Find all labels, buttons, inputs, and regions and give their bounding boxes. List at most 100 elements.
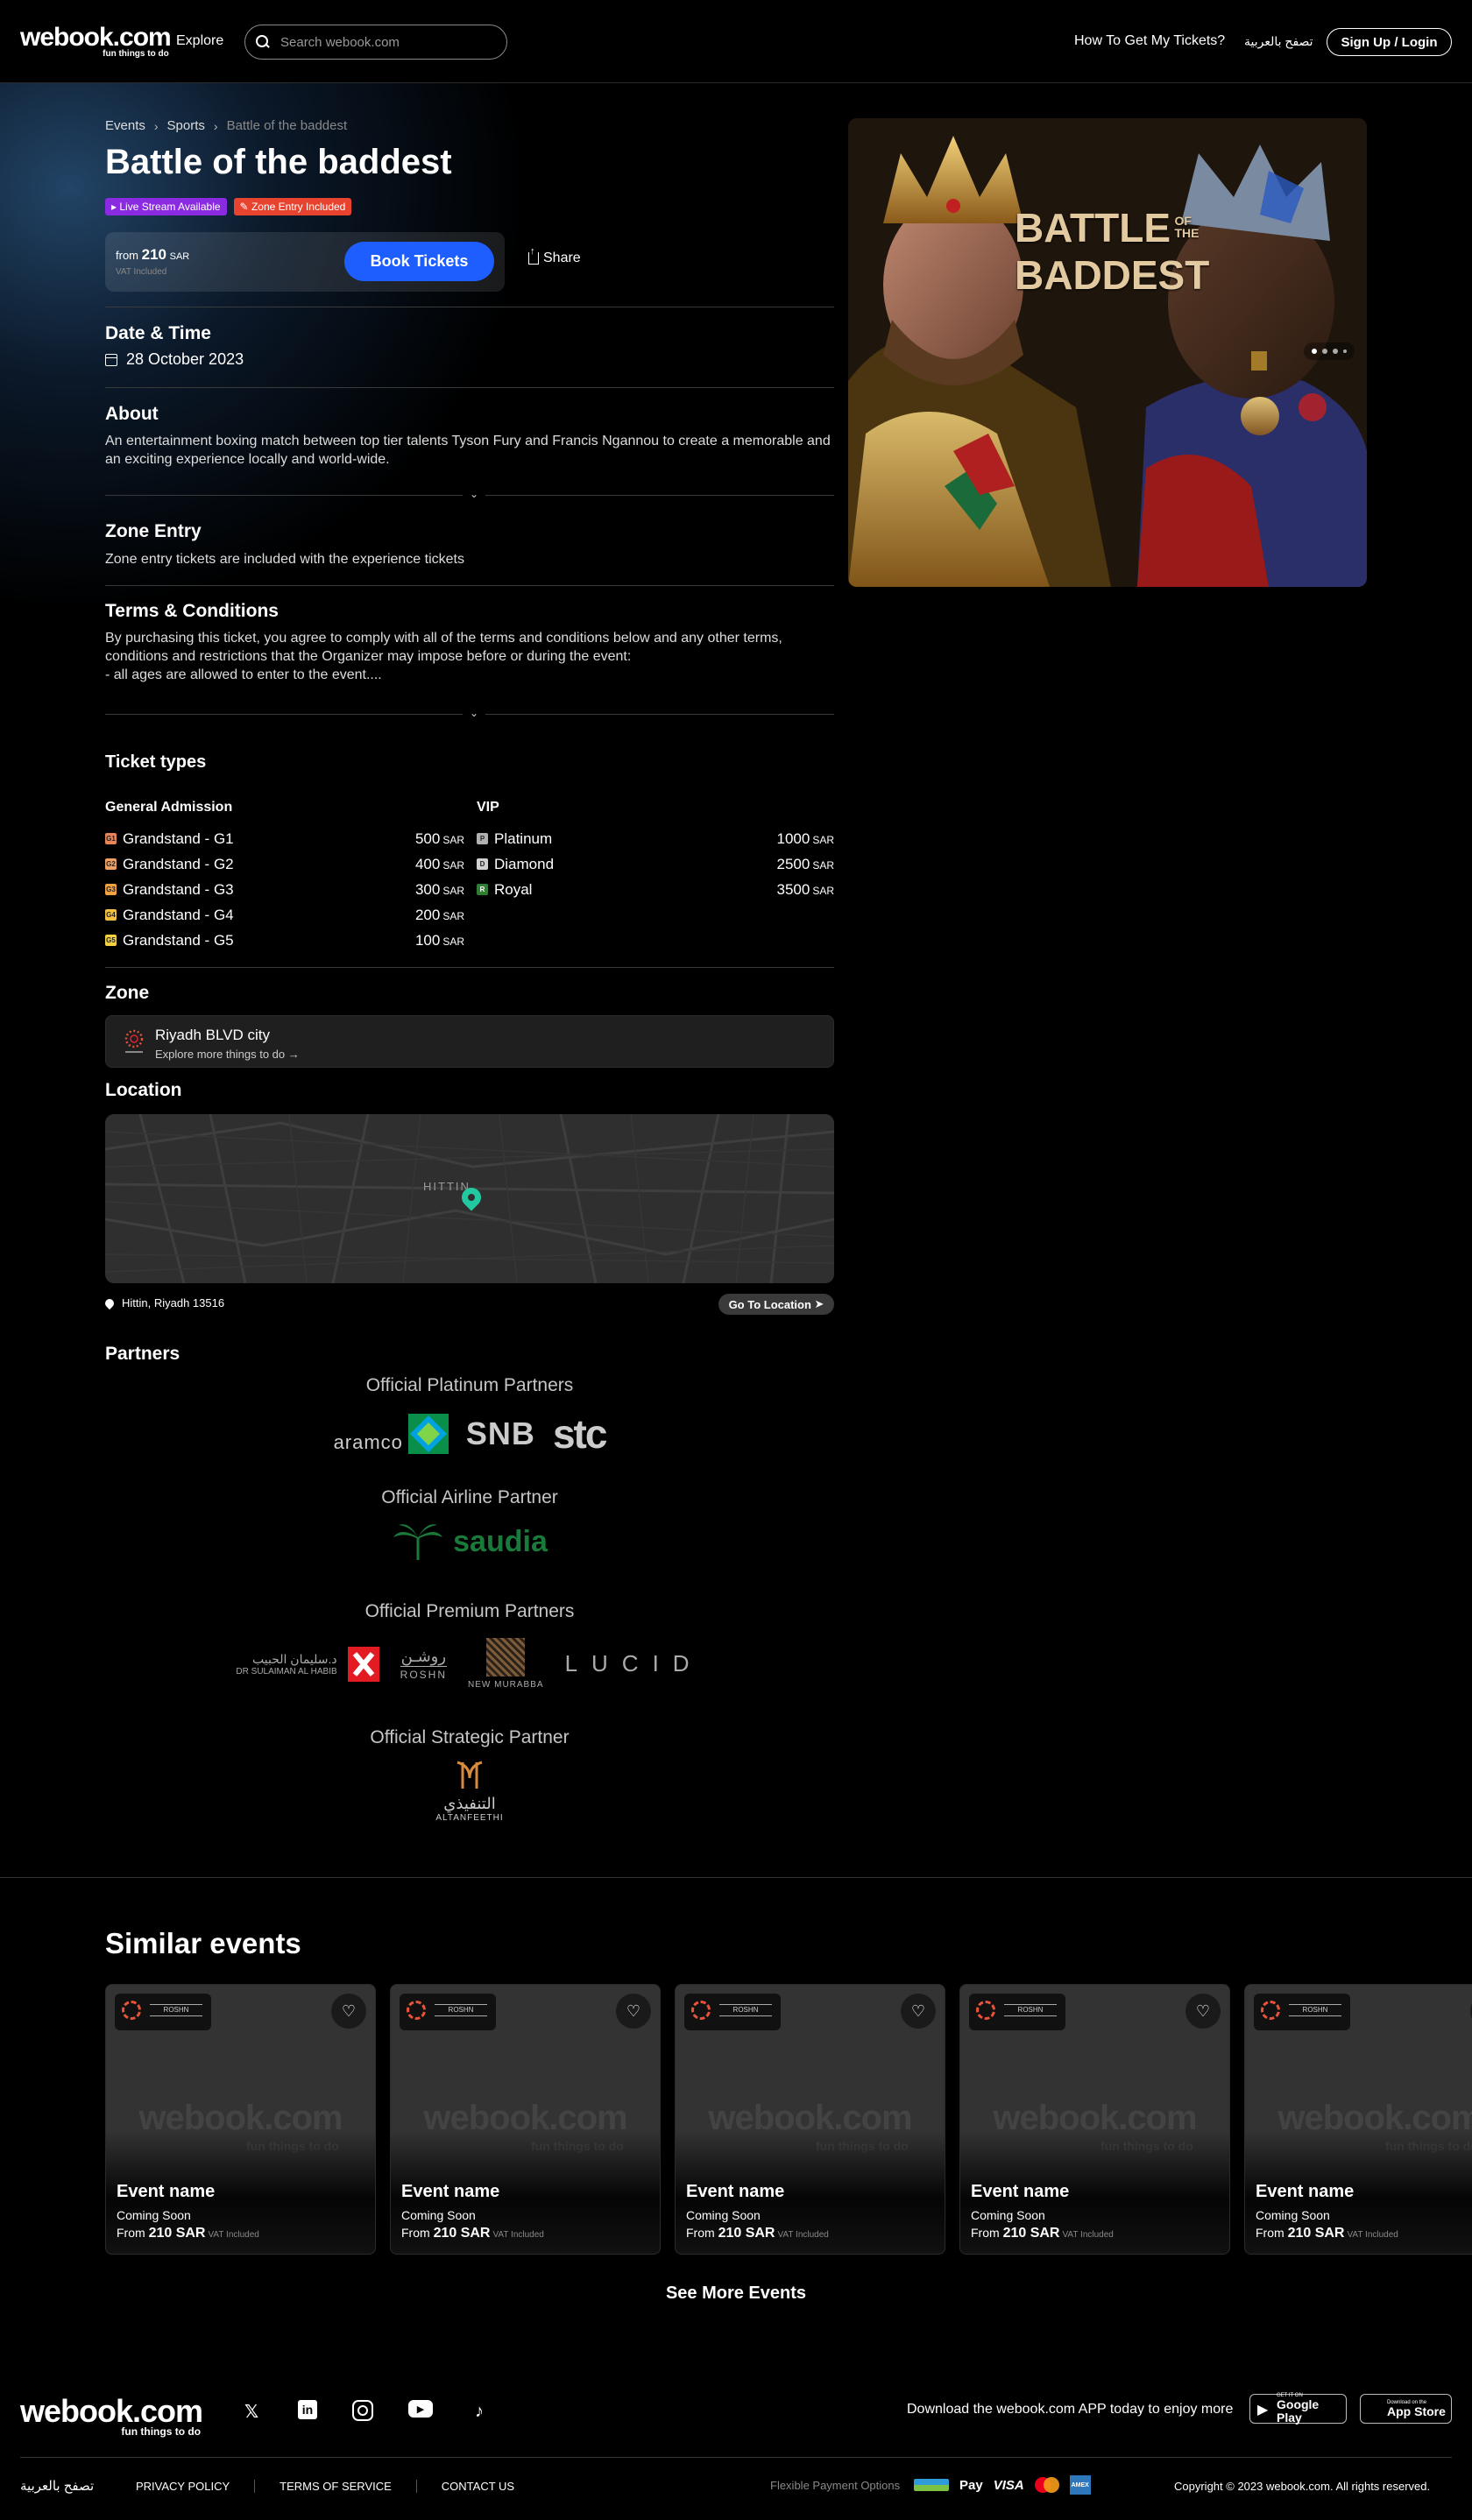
ticket-row: G4 Grandstand - G4 200 SAR xyxy=(105,902,464,928)
page-title: Battle of the baddest xyxy=(105,143,452,181)
vip-heading: VIP xyxy=(477,800,499,815)
google-play-button[interactable]: ▶ GET IT ON Google Play xyxy=(1249,2393,1347,2425)
search-icon xyxy=(256,35,270,49)
mastercard-icon xyxy=(1034,2477,1059,2493)
ticket-platinum-icon: P xyxy=(477,833,488,844)
breadcrumb-events[interactable]: Events xyxy=(105,118,145,133)
ticket-price: 100 SAR xyxy=(414,931,464,949)
heart-icon[interactable]: ♡ xyxy=(901,1994,936,2029)
ticket-royal-icon: R xyxy=(477,884,488,895)
breadcrumb-sports[interactable]: Sports xyxy=(167,118,205,133)
terms-text-2: - all ages are allowed to enter to the e… xyxy=(105,667,382,682)
calendar-icon xyxy=(105,353,117,366)
language-toggle[interactable]: تصفح بالعربية xyxy=(1244,34,1313,49)
event-poster[interactable]: BATTLE OF THE BADDEST xyxy=(848,118,1367,587)
site-logo[interactable]: webook.com fun things to do xyxy=(20,23,172,60)
live-stream-badge: ▸ Live Stream Available xyxy=(105,198,227,215)
divider xyxy=(105,387,834,388)
see-more-events-button[interactable]: See More Events xyxy=(0,2284,1472,2304)
expand-about-chevron-icon[interactable]: ⌄ xyxy=(463,488,486,500)
ticket-price: 400 SAR xyxy=(414,855,464,872)
aramco-logo: aramco xyxy=(334,1414,449,1454)
general-admission-list: G1 Grandstand - G1 500 SAR G2 Grandstand - G… xyxy=(105,826,464,953)
google-play-icon: ▶ xyxy=(1257,2403,1269,2418)
event-card[interactable]: webook.com fun things to do ROSHN ♡ Even… xyxy=(1244,1984,1472,2255)
platinum-partners-title: Official Platinum Partners xyxy=(365,1375,574,1395)
card-event-name: Event name xyxy=(117,2182,216,2201)
event-card[interactable]: webook.com fun things to do ROSHN ♡ Even… xyxy=(105,1984,376,2255)
card-status: Coming Soon xyxy=(1256,2208,1330,2222)
roshn-logo: روشـن ROSHN xyxy=(400,1647,447,1681)
contact-us-link[interactable]: CONTACT US xyxy=(417,2480,539,2493)
zone-entry-heading: Zone Entry xyxy=(105,521,202,541)
dr-sulaiman-mark-icon xyxy=(347,1646,379,1682)
about-text: An entertainment boxing match between to… xyxy=(105,434,831,467)
app-download-text: Download the webook.com APP today to enj… xyxy=(907,2402,1234,2417)
payment-options-label: Flexible Payment Options xyxy=(770,2479,901,2492)
location-map[interactable]: HITTIN xyxy=(105,1114,834,1283)
logo-wordmark: webook.com xyxy=(20,23,172,52)
x-twitter-icon[interactable]: 𝕏 xyxy=(240,2400,263,2423)
expand-terms-chevron-icon[interactable]: ⌄ xyxy=(463,707,486,719)
instagram-icon[interactable] xyxy=(352,2400,373,2421)
search-input[interactable] xyxy=(280,34,491,50)
share-button[interactable]: Share xyxy=(528,246,581,266)
event-card[interactable]: webook.com fun things to do ROSHN ♡ Even… xyxy=(390,1984,661,2255)
ticket-diamond-icon: D xyxy=(477,858,488,870)
event-card[interactable]: webook.com fun things to do ROSHN ♡ Even… xyxy=(675,1984,945,2255)
explore-link[interactable]: Explore xyxy=(176,33,223,49)
heart-icon[interactable]: ♡ xyxy=(1185,1994,1221,2029)
search-bar[interactable] xyxy=(244,25,507,60)
zone-card[interactable]: Riyadh BLVD city Explore more things to … xyxy=(105,1015,834,1068)
lucid-logo: LUCID xyxy=(564,1650,704,1676)
tiktok-icon[interactable]: ♪ xyxy=(468,2400,491,2423)
privacy-policy-link[interactable]: PRIVACY POLICY xyxy=(136,2480,256,2493)
book-tickets-button[interactable]: Book Tickets xyxy=(344,242,494,281)
zone-explore-link[interactable]: Explore more things to do → xyxy=(155,1048,300,1061)
ticket-g3-icon: G3 xyxy=(105,884,117,895)
ticket-row: D Diamond 2500 SAR xyxy=(477,851,834,877)
login-button[interactable]: Sign Up / Login xyxy=(1327,28,1452,56)
visa-icon: VISA xyxy=(993,2477,1024,2493)
heart-icon[interactable]: ♡ xyxy=(331,1994,366,2029)
similar-events-heading: Similar events xyxy=(105,1927,301,1959)
card-event-name: Event name xyxy=(1256,2182,1355,2201)
share-icon xyxy=(528,246,539,265)
youtube-icon[interactable]: ▶ xyxy=(408,2400,433,2418)
ticket-name: Royal xyxy=(494,880,533,898)
date-heading: Date & Time xyxy=(105,323,211,343)
section-divider xyxy=(0,1877,1472,1878)
poster-title: BATTLE OF THE BADDEST xyxy=(1015,205,1210,298)
event-card[interactable]: webook.com fun things to do ROSHN ♡ Even… xyxy=(959,1984,1230,2255)
card-zone-tag: ROSHN xyxy=(684,1994,781,2030)
poster-artwork xyxy=(848,118,1367,587)
ticket-row: G2 Grandstand - G2 400 SAR xyxy=(105,851,464,877)
social-links: 𝕏 in ▶ ♪ xyxy=(240,2400,491,2423)
zone-entry-text: Zone entry tickets are included with the… xyxy=(105,552,464,567)
address-row: Hittin, Riyadh 13516 xyxy=(103,1296,224,1309)
location-heading: Location xyxy=(105,1080,182,1100)
ticket-g1-icon: G1 xyxy=(105,833,117,844)
card-event-name: Event name xyxy=(401,2182,500,2201)
ticket-price: 300 SAR xyxy=(414,880,464,898)
go-to-location-button[interactable]: Go To Location ➤ xyxy=(718,1294,834,1315)
heart-icon[interactable]: ♡ xyxy=(616,1994,651,2029)
ticket-price: 3500 SAR xyxy=(776,880,834,898)
card-status: Coming Soon xyxy=(686,2208,761,2222)
sun-logo-icon xyxy=(976,2001,995,2020)
terms-text: By purchasing this ticket, you agree to … xyxy=(105,631,782,664)
snb-logo: SNB xyxy=(465,1415,535,1451)
footer-language-toggle[interactable]: تصفح بالعربية xyxy=(20,2478,94,2494)
ticket-name: Grandstand - G1 xyxy=(123,829,234,847)
footer-links: PRIVACY POLICY TERMS OF SERVICE CONTACT … xyxy=(136,2480,539,2493)
how-to-get-tickets-link[interactable]: How To Get My Tickets? xyxy=(1074,33,1225,49)
strategic-partner-title: Official Strategic Partner xyxy=(370,1727,570,1747)
partners-heading: Partners xyxy=(105,1344,180,1364)
terms-of-service-link[interactable]: TERMS OF SERVICE xyxy=(255,2480,417,2493)
carousel-dots[interactable] xyxy=(1304,342,1355,360)
linkedin-icon[interactable]: in xyxy=(298,2400,317,2419)
app-store-button[interactable]: Download on the App Store xyxy=(1360,2394,1452,2424)
riyadh-boulevard-logo xyxy=(124,1029,144,1053)
vip-list: P Platinum 1000 SAR D Diamond 2500 SAR R Royal 3… xyxy=(477,826,834,902)
footer-logo[interactable]: webook.com fun things to do xyxy=(20,2396,203,2439)
